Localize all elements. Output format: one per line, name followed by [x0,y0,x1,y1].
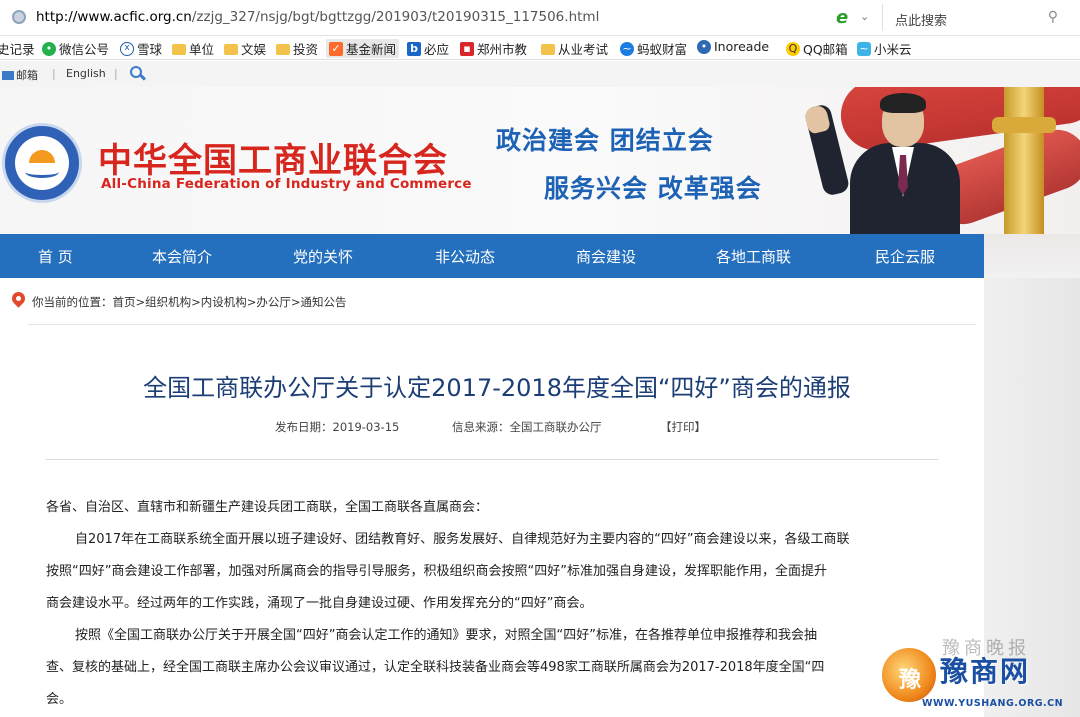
bookmark-wechat[interactable]: • 微信公号 [42,39,109,58]
yushang-logo-icon: 豫 [880,646,938,704]
folder-icon [276,44,290,55]
nav-home[interactable]: 首 页 [38,246,73,267]
url-field[interactable]: http://www.acfic.org.cn/zzjg_327/nsjg/bg… [36,9,599,25]
chevron-down-icon[interactable]: ⌄ [860,10,869,23]
bookmark-bing[interactable]: b 必应 [407,39,449,58]
watermark-text: 豫商网 [940,655,1031,688]
nav-chamber-building[interactable]: 商会建设 [576,246,636,267]
article-paragraph: 查、复核的基础上，经全国工商联主席办公会议审议通过，认定全联科技装备业商会等49… [46,660,825,675]
site-top-links: 邮箱 | English | [0,61,1080,87]
url-path: /zzjg_327/nsjg/bgt/bgttzgg/201903/t20190… [191,9,600,25]
nav-about[interactable]: 本会简介 [152,246,212,267]
bookmark-history[interactable]: 史记录 [0,39,35,58]
bookmark-zhengzhou[interactable]: ▪ 郑州市教 [460,39,527,58]
nav-enterprise-cloud[interactable]: 民企云服 [875,246,935,267]
bing-icon: b [407,41,421,56]
search-icon[interactable]: ⚲ [1048,9,1058,25]
site-banner: 中华全国工商业联合会 All-China Federation of Indus… [0,87,1080,234]
article-paragraph: 自2017年在工商联系统全面开展以班子建设好、团结教育好、服务发展好、自律规范好… [75,532,850,547]
slogan-line-2: 服务兴会 改革强会 [544,174,762,203]
article-title: 全国工商联办公厅关于认定2017-2018年度全国“四好”商会的通报 [143,374,851,402]
mail-link[interactable]: 邮箱 [2,67,38,83]
search-icon[interactable] [130,66,142,78]
article-paragraph: 各省、自治区、直辖市和新疆生产建设兵团工商联，全国工商联各直属商会： [46,500,489,515]
bookmarks-bar: 史记录 • 微信公号 x 雪球 单位 文娱 投资 ✓ 基金新闻 b 必应 ▪ 郑州市教 从… [0,36,1080,60]
url-domain: http://www.acfic.org.cn [36,9,192,25]
nav-nonpublic-news[interactable]: 非公动态 [435,246,495,267]
article-paragraph: 商会建设水平。经过两年的工作实践，涌现了一批自身建设过硬、作用发挥充分的“四好”… [46,596,593,611]
acfic-logo[interactable] [2,123,82,203]
nav-local-federations[interactable]: 各地工商联 [716,246,791,267]
org-name-en: All-China Federation of Industry and Com… [101,176,472,192]
search-placeholder: 点此搜索 [895,14,948,29]
qqmail-icon: Q [786,41,800,56]
browser-search-input[interactable]: 点此搜索 ⚲ [882,4,1072,31]
location-pin-icon [9,289,28,308]
leader-photo [803,93,972,234]
article-paragraph: 会。 [46,692,73,707]
fund-icon: ✓ [329,41,343,56]
bookmark-qqmail[interactable]: Q QQ邮箱 [786,39,848,58]
article-paragraph: 按照“四好”商会建设工作部署，加强对所属商会的指导引导服务，积极组织商会按照“四… [46,564,827,579]
article-source: 信息来源：全国工商联办公厅 [452,420,602,434]
envelope-icon [2,71,14,80]
bookmark-folder-danwei[interactable]: 单位 [172,39,214,58]
divider: | [114,67,118,80]
browser-address-bar: http://www.acfic.org.cn/zzjg_327/nsjg/bg… [0,0,1080,36]
folder-icon [541,44,555,55]
folder-icon [172,44,186,55]
print-link[interactable]: 【打印】 [660,419,706,435]
article-paragraph: 按照《全国工商联办公厅关于开展全国“四好”商会认定工作的通知》要求，对照全国“四… [75,628,817,643]
ant-icon: ~ [620,41,634,56]
page-favicon-icon [12,10,26,24]
publish-date: 发布日期：2019-03-15 [275,420,400,434]
inoreader-icon: • [697,39,711,54]
divider [28,324,976,325]
main-nav: 首 页 本会简介 党的关怀 非公动态 商会建设 各地工商联 民企云服 [0,234,984,278]
huabiao-pillar-decoration [992,87,1056,234]
micloud-icon: ~ [857,41,871,56]
watermark: 豫商晚报 豫 豫商网 WWW.YUSHANG.ORG.CN [880,638,1070,714]
bookmark-snowball[interactable]: x 雪球 [120,39,162,58]
bookmark-folder-touzi[interactable]: 投资 [276,39,318,58]
book-icon [25,166,59,178]
watermark-url: WWW.YUSHANG.ORG.CN [922,698,1064,709]
english-link[interactable]: English [66,67,106,80]
news-icon: ▪ [460,41,474,56]
bookmark-folder-wenyu[interactable]: 文娱 [224,39,266,58]
bookmark-ant[interactable]: ~ 蚂蚁财富 [620,39,687,58]
divider: | [52,67,56,80]
snowball-icon: x [120,41,134,56]
bookmark-inoreader[interactable]: • Inoreade [697,39,769,54]
divider [46,459,938,460]
wechat-icon: • [42,41,56,56]
breadcrumb-text[interactable]: 你当前的位置：首页>组织机构>内设机构>办公厅>通知公告 [32,294,347,310]
bookmark-fund-news[interactable]: ✓ 基金新闻 [326,39,400,58]
bookmark-folder-kaoshi[interactable]: 从业考试 [541,39,608,58]
breadcrumb: 你当前的位置：首页>组织机构>内设机构>办公厅>通知公告 [0,278,984,325]
slogan-line-1: 政治建会 团结立会 [496,126,714,155]
org-name-cn: 中华全国工商业联合会 [98,141,448,181]
bookmark-micloud[interactable]: ~ 小米云 [857,39,912,58]
nav-party-care[interactable]: 党的关怀 [293,246,353,267]
folder-icon [224,44,238,55]
compat-mode-icon[interactable]: e [836,7,848,28]
